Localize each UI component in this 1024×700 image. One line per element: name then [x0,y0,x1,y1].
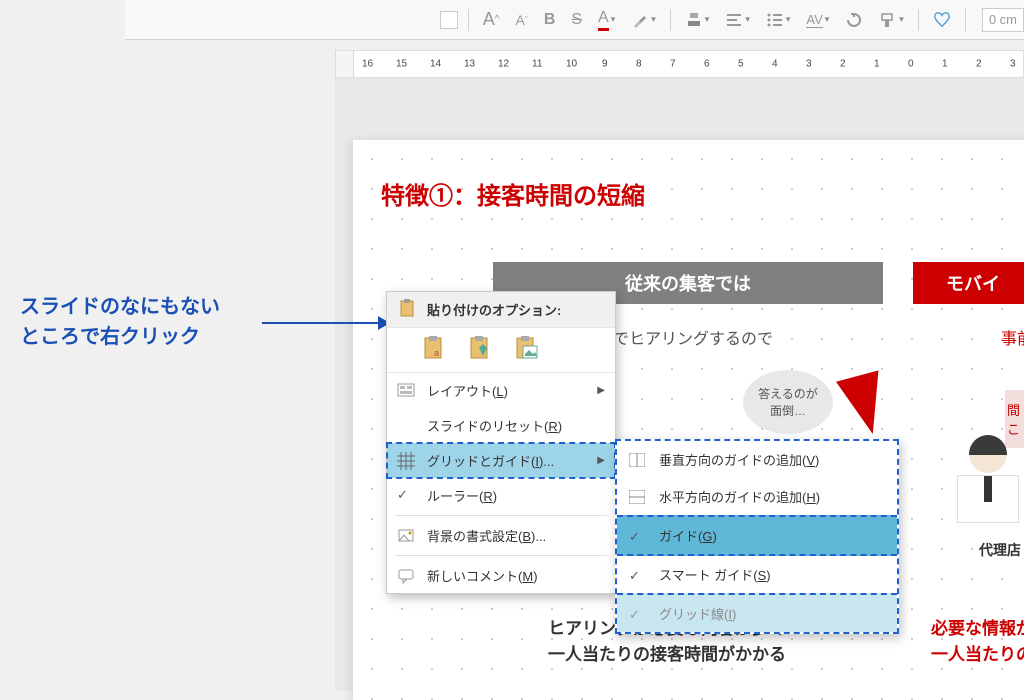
paste-options-header: 貼り付けのオプション: [387,292,615,328]
menu-grid-and-guides[interactable]: グリッドとガイド(I)... ▶ [387,443,615,478]
indent-value-input[interactable]: 0 cm [982,8,1024,32]
separator [965,9,966,31]
horizontal-ruler[interactable]: 16 15 14 13 12 11 10 9 8 7 6 5 4 3 2 1 0… [335,50,1024,78]
checkmark-icon: ✓ [397,487,415,505]
person-illustration [957,435,1019,525]
format-painter-button[interactable]: ▾ [875,9,908,31]
menu-new-comment[interactable]: 新しいコメント(M) [387,558,615,593]
hearing-text: でヒアリングするので [613,325,773,349]
speech-bubble: 答えるのが 面倒… [743,370,833,434]
ruler-edge [336,51,354,77]
bold-button[interactable]: B [540,9,560,31]
red-text-1: 事前 [1001,325,1024,349]
char-spacing-button[interactable]: AV▾ [802,10,833,30]
increase-font-button[interactable]: A^ [479,7,504,32]
separator [468,9,469,31]
checkmark-icon: ✓ [629,568,645,582]
horizontal-guide-icon [629,490,645,504]
separator [670,9,671,31]
shape-tool-button[interactable] [929,9,955,31]
svg-text:a: a [434,348,439,358]
ruler-scale: 16 15 14 13 12 11 10 9 8 7 6 5 4 3 2 1 0… [354,51,1023,77]
menu-ruler[interactable]: ✓ ルーラー(R) [387,478,615,513]
annotation-text: スライドのなにもない ところで右クリック [20,292,220,352]
text-align-button[interactable]: ▾ [721,9,754,31]
submenu-arrow-icon: ▶ [597,455,605,466]
menu-format-background[interactable]: 背景の書式設定(B)... [387,518,615,553]
submenu-grid-lines[interactable]: ✓ グリッド線(I) [617,593,897,632]
submenu-guide[interactable]: ✓ ガイド(G) [617,515,897,556]
menu-reset-slide[interactable]: スライドのリセット(R) [387,408,615,443]
font-color-button[interactable]: A▾ [594,7,619,33]
submenu-arrow-icon: ▶ [597,385,605,396]
red-header: モバイ [913,262,1024,304]
list-button[interactable]: ▾ [762,9,795,31]
red-triangle-shape [836,370,894,439]
menu-layout[interactable]: レイアウト(L) ▶ [387,373,615,408]
grid-icon [397,452,415,470]
checkmark-icon: ✓ [629,529,645,543]
list-icon [766,11,784,29]
align-button[interactable]: ▾ [681,9,714,31]
paste-keep-format-button[interactable] [469,334,497,362]
layout-icon [397,382,415,400]
vertical-guide-icon [629,453,645,467]
grid-guides-submenu: 垂直方向のガイドの追加(V) 水平方向のガイドの追加(H) ✓ ガイド(G) ✓… [615,439,899,634]
person-label: 代理店 [979,540,1021,560]
formatting-toolbar: A^ Aˇ B S A▾ ▾ ▾ ▾ ▾ AV▾ ▾ 0 cm [125,0,1024,40]
highlight-icon [631,11,649,29]
menu-separator [395,515,607,516]
annotation-arrow-line [262,322,382,324]
menu-separator [395,555,607,556]
submenu-add-vertical-guide[interactable]: 垂直方向のガイドの追加(V) [617,441,897,478]
slide-title: 特徴①：接客時間の短縮 [381,176,645,211]
comment-icon [397,567,415,585]
rotate-icon [845,11,863,29]
text-align-icon [725,11,743,29]
paste-picture-button[interactable] [515,334,543,362]
color-picker[interactable] [440,11,458,29]
checkmark-icon: ✓ [629,607,645,621]
highlight-button[interactable]: ▾ [627,9,660,31]
format-painter-icon [879,11,897,29]
decrease-font-button[interactable]: Aˇ [511,10,531,30]
bottom-red-text: 必要な情報が 一人当たりの [931,616,1024,667]
clipboard-icon [397,298,417,318]
align-icon [685,11,703,29]
paste-dest-theme-button[interactable]: a [423,334,451,362]
submenu-add-horizontal-guide[interactable]: 水平方向のガイドの追加(H) [617,478,897,515]
format-bg-icon [397,527,415,545]
paste-options-row: a [387,328,615,373]
submenu-smart-guide[interactable]: ✓ スマート ガイド(S) [617,556,897,593]
text-direction-button[interactable] [841,9,867,31]
heart-shape-icon [933,11,951,29]
separator [918,9,919,31]
context-menu: 貼り付けのオプション: a レイアウト(L) ▶ スライドのリセット(R) グリ… [386,291,616,594]
strikethrough-button[interactable]: S [567,9,586,31]
